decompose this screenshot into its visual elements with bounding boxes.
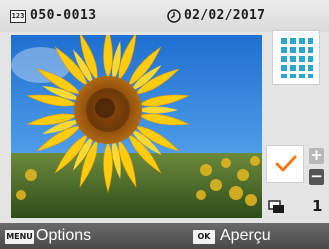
preview-label[interactable]: Aperçu: [220, 226, 271, 246]
ok-key-badge[interactable]: OK: [193, 230, 215, 244]
menu-key-badge[interactable]: MENU: [5, 230, 34, 244]
checkmark-icon: [275, 155, 297, 172]
softkey-bar: MENU Options OK Aperçu: [0, 223, 329, 249]
increase-copies-button[interactable]: +: [309, 148, 324, 164]
select-image-checkbox[interactable]: [266, 145, 304, 183]
copies-count: 1: [312, 197, 323, 215]
photo-preview[interactable]: [11, 35, 262, 218]
status-bar: 123 050-0013 02/02/2017: [0, 0, 329, 32]
copies-icon: [268, 200, 284, 213]
decrease-copies-button[interactable]: −: [309, 169, 324, 185]
sunflower-image: [11, 35, 262, 218]
file-number: 050-0013: [30, 8, 97, 23]
clock-icon: [167, 9, 181, 23]
options-label[interactable]: Options: [36, 226, 91, 246]
capture-date: 02/02/2017: [184, 8, 266, 23]
layout-button[interactable]: [272, 30, 320, 85]
file-number-icon: 123: [10, 10, 26, 23]
grid-layout-icon: [281, 38, 313, 78]
